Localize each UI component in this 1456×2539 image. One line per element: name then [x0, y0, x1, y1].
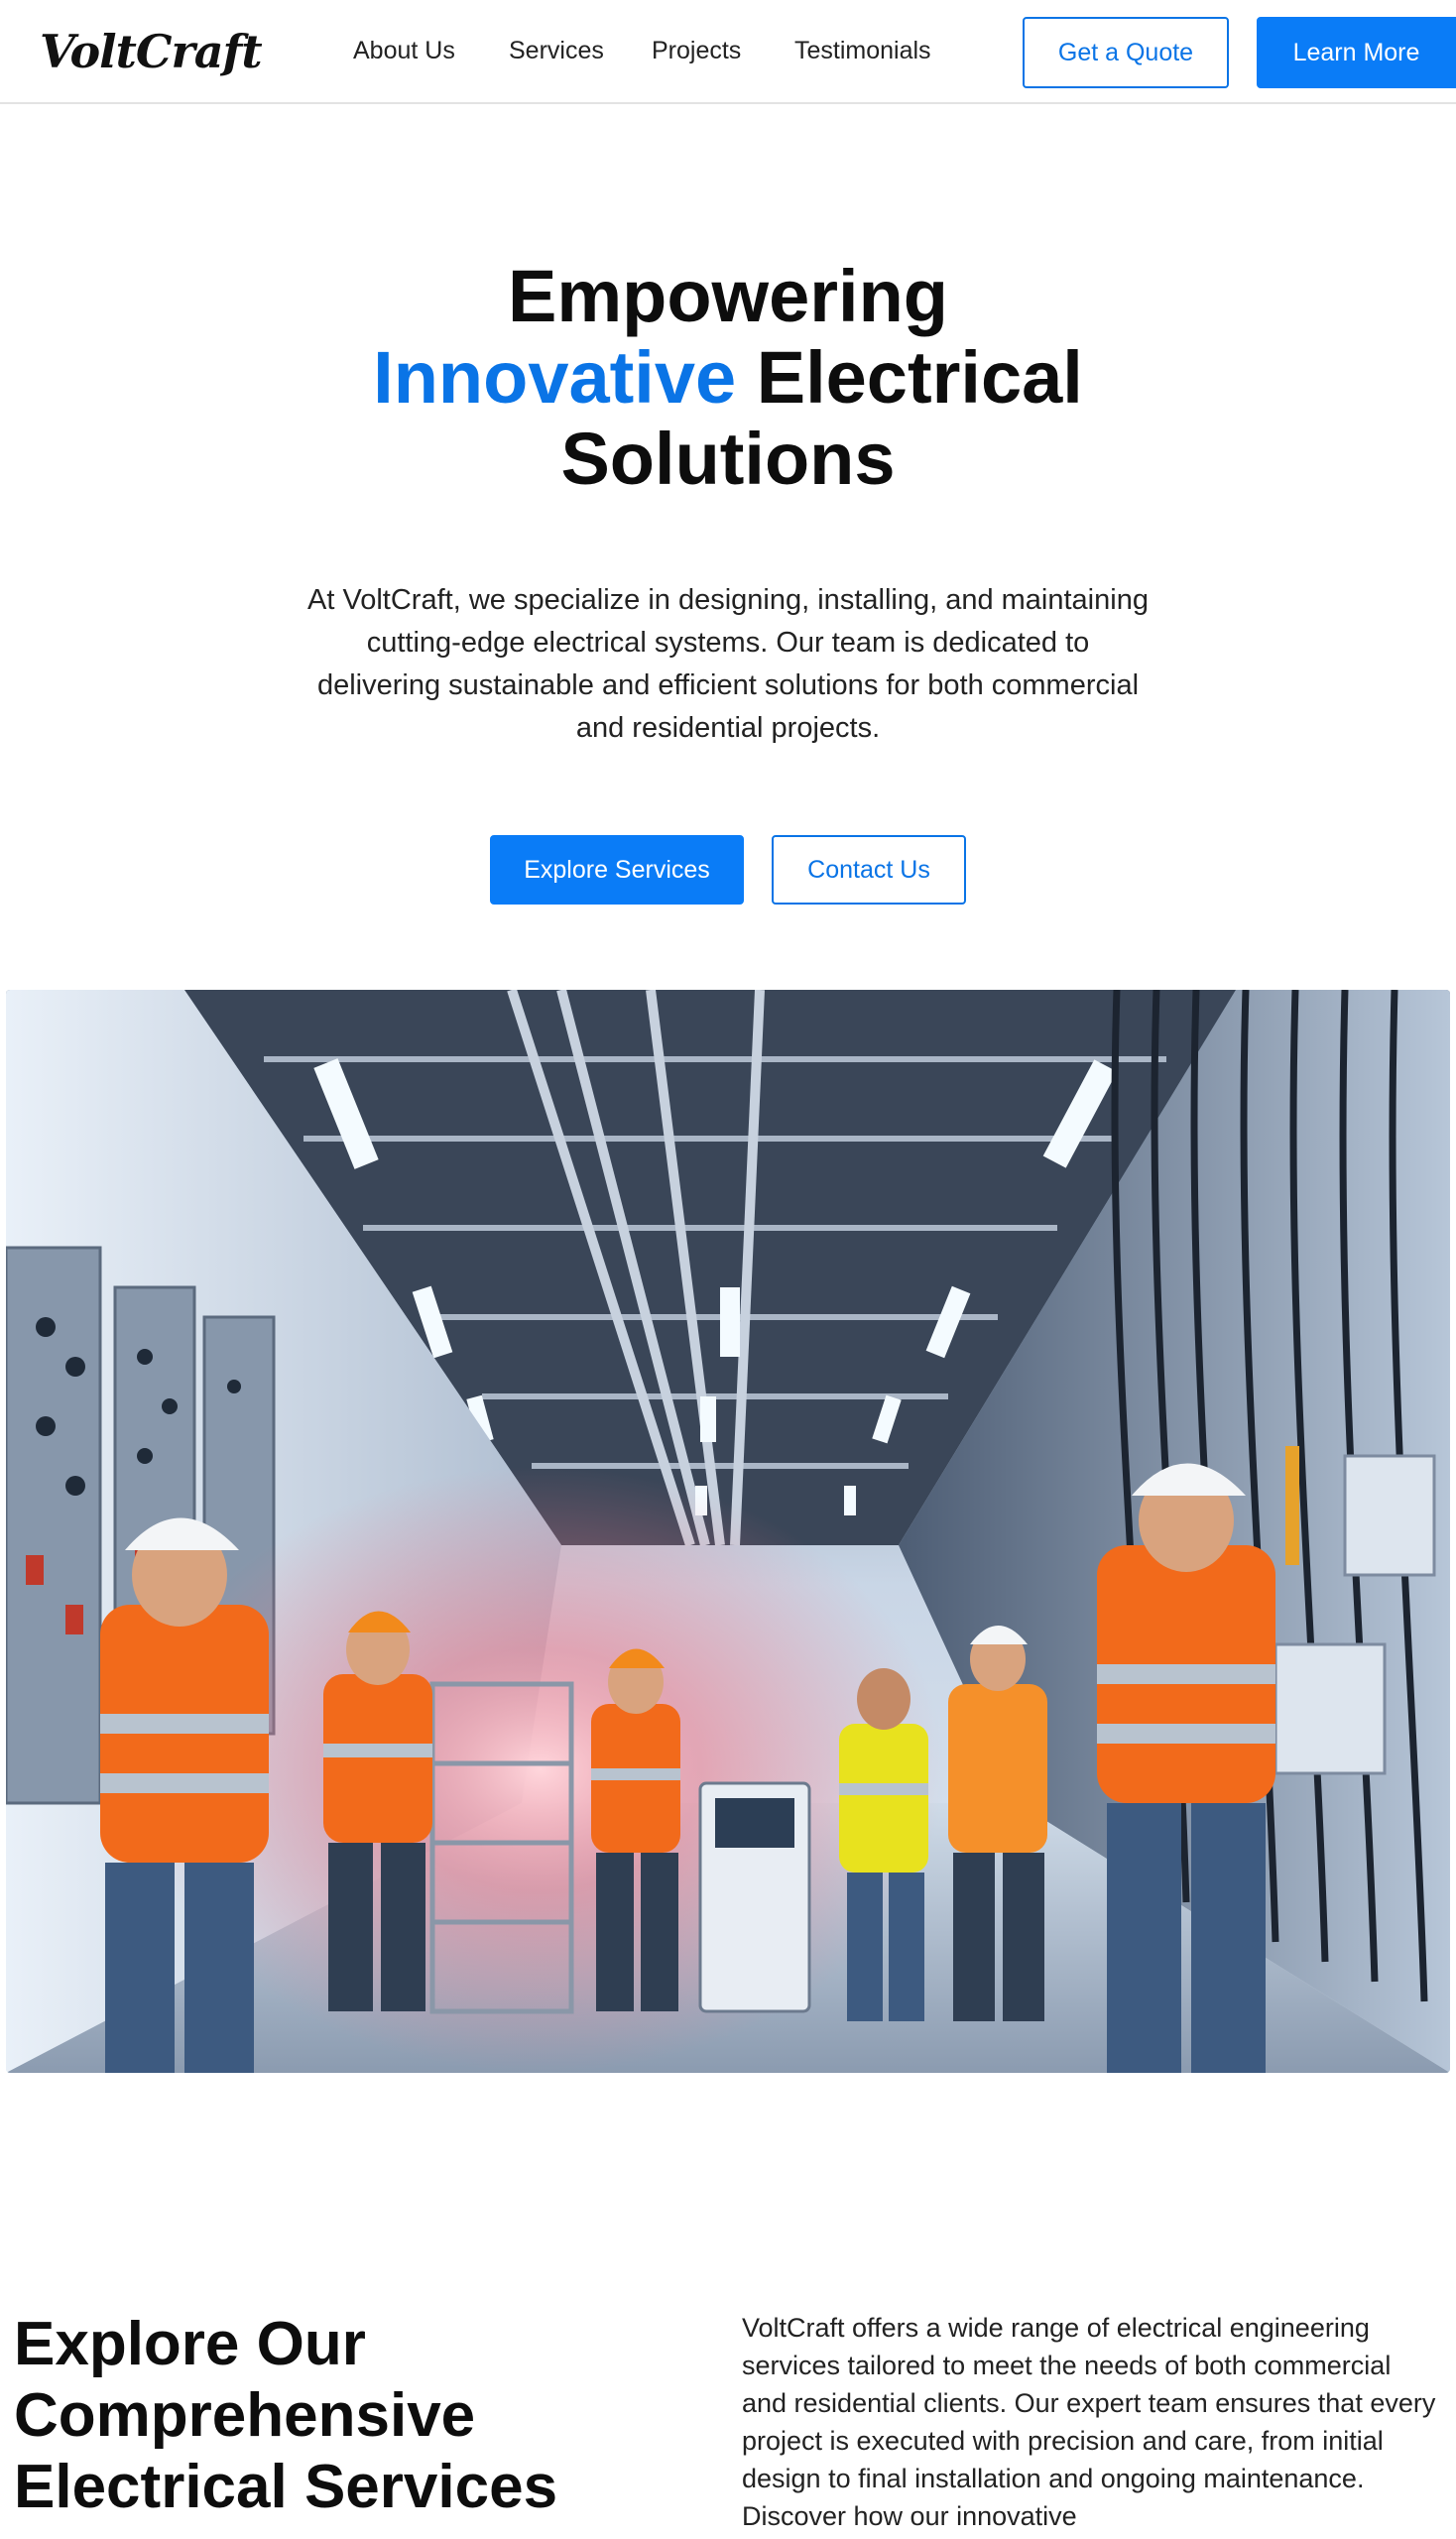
- hero-title-accent: Innovative: [373, 336, 737, 419]
- nav-services[interactable]: Services: [509, 30, 604, 71]
- contact-us-button[interactable]: Contact Us: [772, 835, 966, 905]
- logo[interactable]: VoltCraft: [40, 22, 263, 81]
- site-header: VoltCraft About Us Services Projects Tes…: [0, 0, 1456, 104]
- explore-services-button[interactable]: Explore Services: [490, 835, 744, 905]
- hero-description: At VoltCraft, we specialize in designing…: [307, 584, 1149, 744]
- hero-title-line1: Empowering: [507, 255, 949, 337]
- nav-about-us[interactable]: About Us: [353, 30, 455, 71]
- services-title: Explore Our Comprehensive Electrical Ser…: [14, 2310, 558, 2521]
- hero-title-line3: Solutions: [560, 418, 896, 500]
- hero-image: [6, 990, 1450, 2073]
- get-a-quote-button[interactable]: Get a Quote: [1023, 17, 1229, 88]
- hero-title: Empowering Innovative Electrical Solutio…: [232, 256, 1224, 500]
- services-description: VoltCraft offers a wide range of electri…: [742, 2313, 1436, 2531]
- hero-title-line2: Electrical: [736, 336, 1083, 419]
- nav-projects[interactable]: Projects: [652, 30, 741, 71]
- nav-testimonials[interactable]: Testimonials: [794, 30, 931, 71]
- learn-more-button[interactable]: Learn More: [1257, 17, 1456, 88]
